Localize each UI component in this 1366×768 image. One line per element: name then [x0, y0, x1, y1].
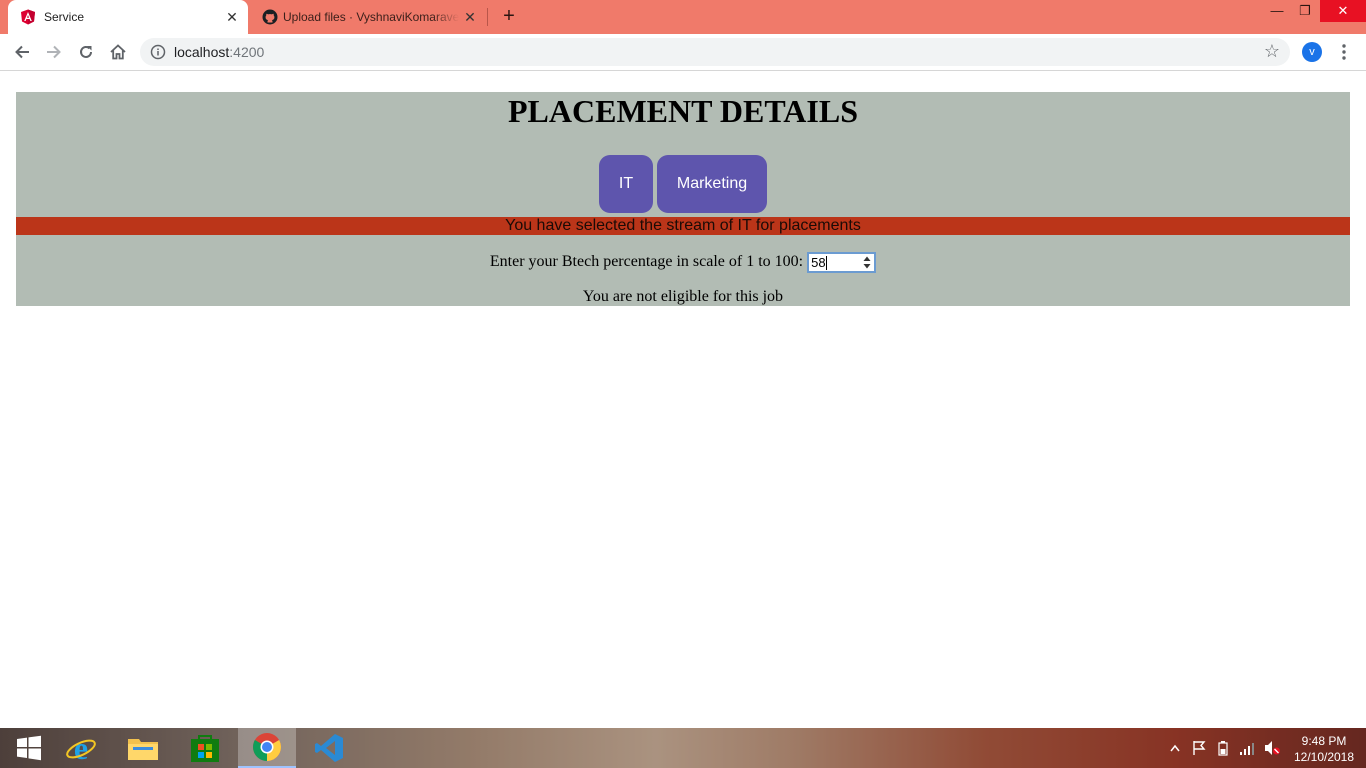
- forward-icon[interactable]: [42, 40, 66, 64]
- page-title: PLACEMENT DETAILS: [508, 93, 858, 129]
- battery-icon[interactable]: [1212, 728, 1234, 768]
- internet-explorer-icon[interactable]: e: [52, 728, 110, 768]
- browser-toolbar: localhost:4200 ☆ v: [0, 34, 1366, 71]
- taskbar-clock[interactable]: 9:48 PM 12/10/2018: [1288, 733, 1360, 765]
- url-port: :4200: [229, 44, 265, 60]
- home-icon[interactable]: [106, 40, 130, 64]
- chrome-icon[interactable]: [238, 728, 296, 768]
- url-text: localhost:4200: [174, 44, 264, 60]
- new-tab-icon[interactable]: +: [498, 5, 520, 27]
- file-explorer-icon[interactable]: [114, 728, 172, 768]
- volume-muted-icon[interactable]: [1260, 728, 1284, 768]
- tab-strip: Service ✕ Upload files · VyshnaviKomarav…: [0, 0, 1366, 34]
- menu-dots-icon[interactable]: [1336, 41, 1352, 63]
- vscode-icon[interactable]: [300, 728, 358, 768]
- tab-title: Service: [44, 10, 85, 24]
- windows-start-icon[interactable]: [0, 728, 58, 768]
- close-tab-icon[interactable]: ✕: [462, 9, 478, 25]
- close-tab-icon[interactable]: ✕: [224, 9, 240, 25]
- restore-icon[interactable]: ❐: [1290, 0, 1320, 22]
- tab-service[interactable]: Service ✕: [8, 0, 248, 34]
- taskbar: e 9:48 PM 12/10/2018: [0, 728, 1366, 768]
- minimize-icon[interactable]: —: [1262, 0, 1292, 22]
- percentage-input[interactable]: 58: [807, 251, 877, 273]
- selected-stream-banner: You have selected the stream of IT for p…: [16, 217, 1350, 235]
- github-icon: [262, 9, 278, 25]
- tab-upload-files[interactable]: Upload files · VyshnaviKomaravel ✕: [250, 0, 486, 34]
- svg-text:e: e: [74, 732, 88, 764]
- action-flag-icon[interactable]: [1188, 728, 1210, 768]
- profile-avatar[interactable]: v: [1302, 42, 1322, 62]
- percentage-value: 58: [811, 254, 826, 270]
- url-host: localhost: [174, 44, 230, 60]
- close-window-icon[interactable]: ✕: [1320, 0, 1366, 22]
- percentage-row: Enter your Btech percentage in scale of …: [16, 250, 1350, 274]
- placement-panel: PLACEMENT DETAILS IT Marketing You have …: [16, 92, 1350, 306]
- clock-time: 9:48 PM: [1301, 734, 1347, 748]
- back-icon[interactable]: [10, 40, 34, 64]
- it-stream-button[interactable]: IT: [599, 155, 653, 213]
- percentage-label: Enter your Btech percentage in scale of …: [489, 253, 804, 270]
- tab-title: Upload files · VyshnaviKomaravel: [283, 10, 459, 24]
- reload-icon[interactable]: [74, 40, 98, 64]
- store-icon[interactable]: [176, 728, 234, 768]
- spinner-arrows-icon[interactable]: [863, 255, 871, 270]
- bookmark-star-icon[interactable]: ☆: [1262, 41, 1282, 61]
- text-caret: [826, 255, 828, 270]
- angular-icon: [20, 9, 36, 25]
- clock-date: 12/10/2018: [1293, 750, 1355, 764]
- show-hidden-icons[interactable]: [1166, 728, 1184, 768]
- info-icon[interactable]: [150, 44, 166, 60]
- tab-divider: [487, 8, 488, 26]
- marketing-stream-button[interactable]: Marketing: [657, 155, 767, 213]
- network-signal-icon[interactable]: [1236, 728, 1258, 768]
- address-bar[interactable]: localhost:4200: [140, 38, 1290, 66]
- eligibility-result: You are not eligible for this job: [582, 288, 784, 305]
